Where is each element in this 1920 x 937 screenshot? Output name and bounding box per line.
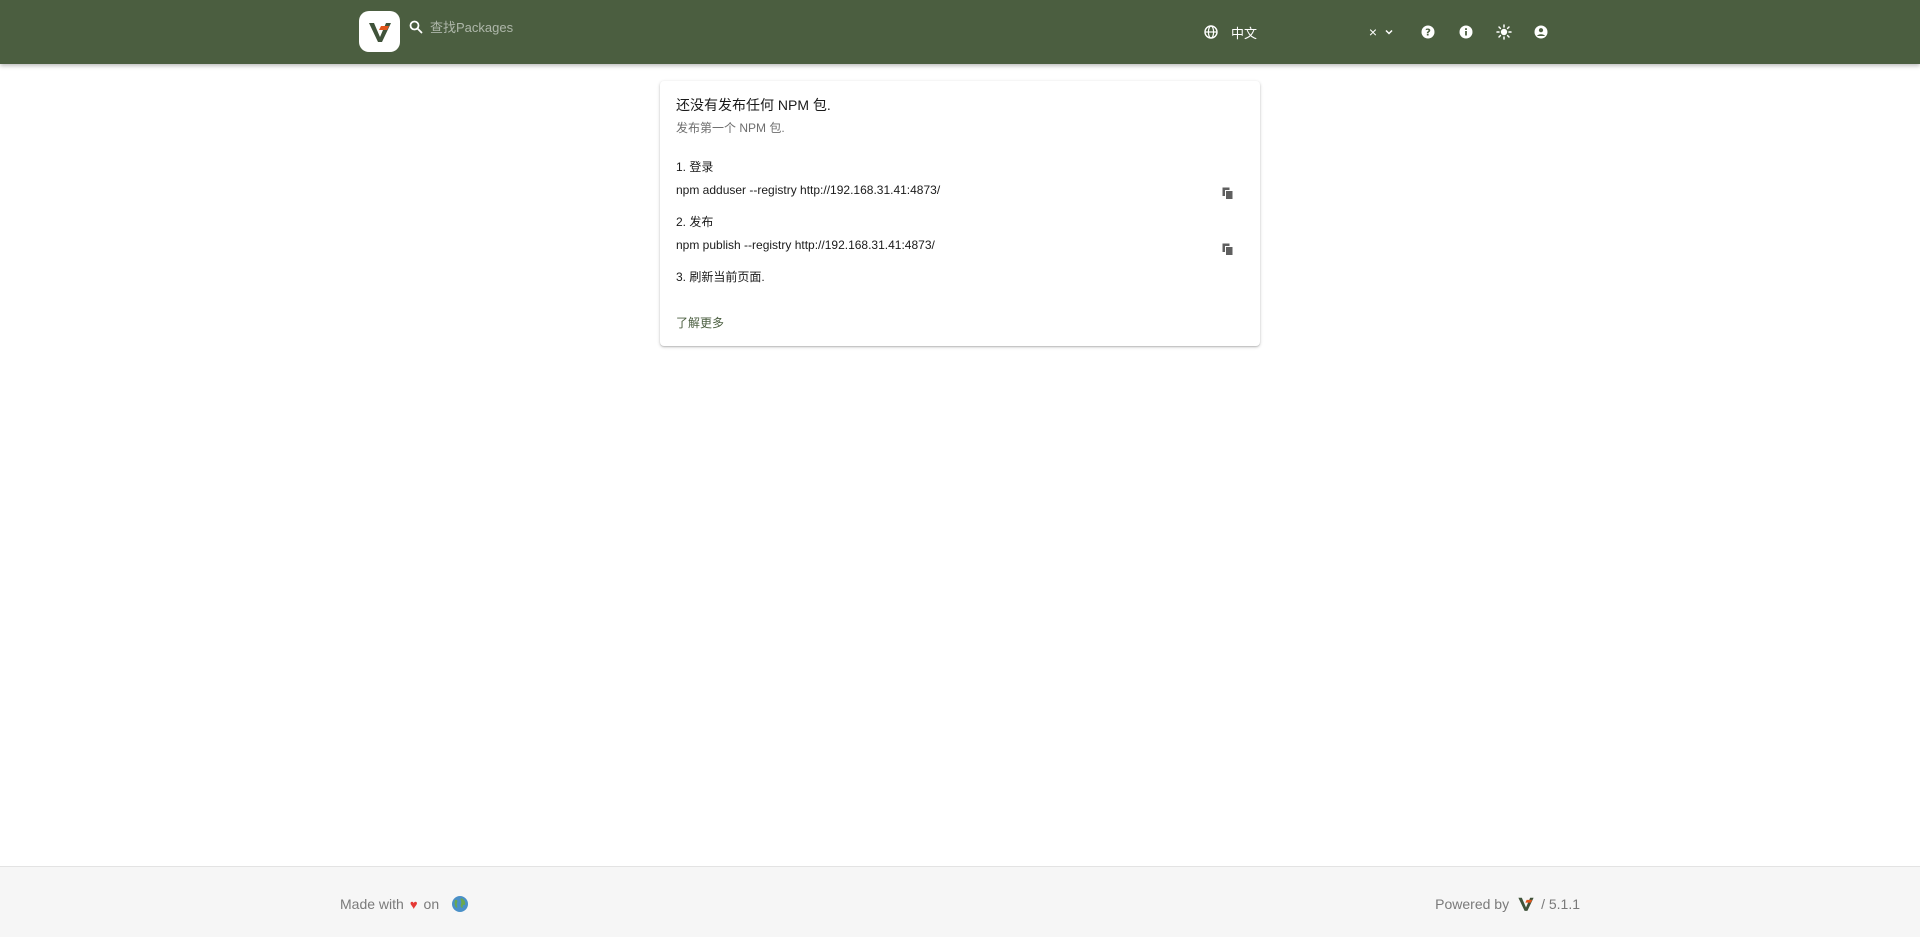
learn-more-link[interactable]: 了解更多 <box>676 314 724 331</box>
card-title: 还没有发布任何 NPM 包. <box>676 97 831 113</box>
footer-made-with: Made with ♥ on <box>340 895 469 913</box>
publish-command: npm publish --registry http://192.168.31… <box>676 238 935 252</box>
powered-by-text: Powered by <box>1435 896 1510 912</box>
svg-text:?: ? <box>1425 28 1431 39</box>
search-input[interactable] <box>430 19 730 35</box>
search-icon <box>409 20 423 34</box>
heart-icon: ♥ <box>409 896 418 912</box>
help-button[interactable]: ? <box>1418 22 1438 42</box>
help-icon: ? <box>1421 25 1435 39</box>
globe-icon <box>1204 25 1218 39</box>
version-text: / 5.1.1 <box>1541 896 1580 912</box>
verdaccio-logo-icon <box>368 22 391 42</box>
account-icon <box>1534 25 1548 39</box>
chevron-down-icon[interactable] <box>1381 24 1397 40</box>
app-footer: Made with ♥ on Powered by / 5.1.1 <box>0 866 1920 937</box>
info-icon <box>1459 25 1473 39</box>
copy-publish-button[interactable] <box>1218 239 1238 259</box>
copy-icon <box>1222 187 1234 200</box>
search-bar <box>408 16 730 38</box>
on-text: on <box>423 896 440 912</box>
copy-icon <box>1222 243 1234 256</box>
login-command: npm adduser --registry http://192.168.31… <box>676 183 941 197</box>
step-publish-label: 2. 发布 <box>676 215 714 229</box>
copy-login-button[interactable] <box>1218 183 1238 203</box>
account-button[interactable] <box>1531 22 1551 42</box>
sun-icon <box>1496 24 1512 40</box>
language-selector[interactable]: 中文 × <box>1203 22 1397 42</box>
step-refresh-label: 3. 刷新当前页面. <box>676 270 765 284</box>
step-login-label: 1. 登录 <box>676 160 714 174</box>
made-with-text: Made with <box>340 896 404 912</box>
verdaccio-logo-icon[interactable] <box>1517 895 1535 913</box>
help-card: 还没有发布任何 NPM 包. 发布第一个 NPM 包. 1. 登录 npm ad… <box>660 81 1260 346</box>
earth-globe-icon[interactable] <box>451 895 469 913</box>
card-subtitle: 发布第一个 NPM 包. <box>676 121 785 135</box>
info-button[interactable] <box>1456 22 1476 42</box>
footer-powered-by: Powered by / 5.1.1 <box>1435 895 1580 913</box>
language-clear-button[interactable]: × <box>1365 24 1381 40</box>
app-header: 中文 × ? <box>0 0 1920 64</box>
home-logo[interactable] <box>359 11 400 52</box>
language-value: 中文 <box>1231 25 1258 41</box>
theme-toggle-button[interactable] <box>1494 22 1514 42</box>
